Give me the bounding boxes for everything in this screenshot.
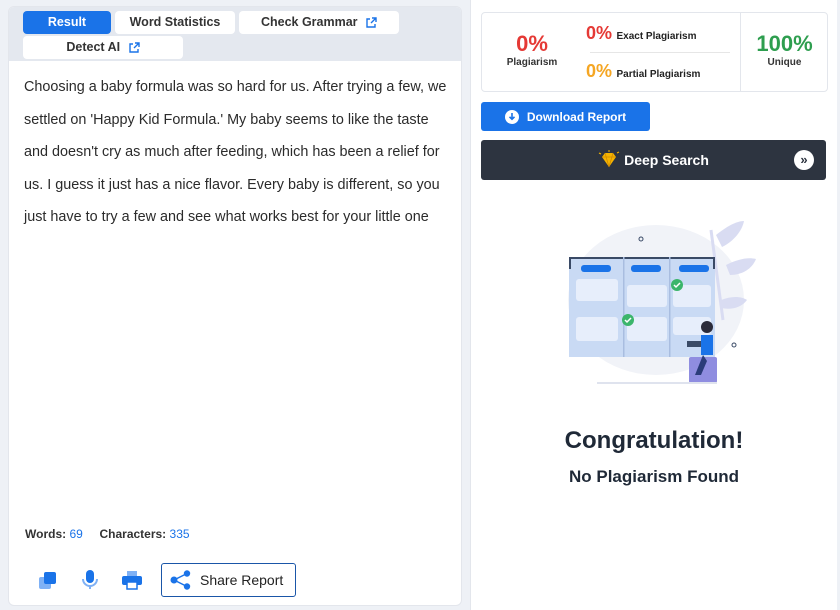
copy-button[interactable] (33, 565, 63, 595)
counts-row: Words: 69 Characters: 335 (25, 527, 190, 541)
congratulation-title: Congratulation! (564, 427, 744, 454)
external-link-icon (128, 42, 140, 53)
microphone-icon (82, 570, 98, 589)
copy-icon (39, 572, 56, 589)
partial-plagiarism-label: Partial Plagiarism (616, 69, 701, 80)
result-panel: 0% Plagiarism 0% Exact Plagiarism 0% Par… (470, 0, 837, 610)
characters-value: 335 (169, 527, 190, 541)
tab-word-statistics[interactable]: Word Statistics (115, 11, 235, 34)
plagiarism-value: 0% (516, 31, 548, 56)
no-plagiarism-subtitle: No Plagiarism Found (568, 467, 740, 486)
tab-detect-ai[interactable]: Detect AI (23, 36, 183, 59)
tab-bar: Result Word Statistics Check Grammar Det… (9, 7, 461, 61)
share-icon (170, 570, 191, 590)
tab-result-label: Result (47, 15, 87, 29)
deep-search-button[interactable]: Deep Search » (481, 140, 826, 180)
plagiarism-label: Plagiarism (506, 57, 558, 68)
words-value: 69 (69, 527, 83, 541)
words-label: Words: (25, 527, 67, 541)
content-text[interactable]: Choosing a baby formula was so hard for … (9, 61, 461, 234)
tab-check-grammar-label: Check Grammar (260, 15, 358, 29)
unique-value: 100% (756, 31, 813, 56)
print-button[interactable] (117, 565, 147, 595)
input-panel: Result Word Statistics Check Grammar Det… (8, 6, 462, 606)
external-link-icon (366, 17, 377, 28)
tab-check-grammar[interactable]: Check Grammar (239, 11, 399, 34)
partial-plagiarism-value: 0% (586, 61, 613, 81)
deep-search-label: Deep Search (624, 152, 709, 168)
download-report-label: Download Report (526, 109, 627, 124)
share-report-label: Share Report (200, 572, 284, 588)
tab-word-statistics-label: Word Statistics (129, 15, 221, 29)
stats-divider (590, 52, 730, 53)
characters-label: Characters: (99, 527, 167, 541)
share-report-button[interactable]: Share Report (161, 563, 297, 597)
microphone-button[interactable] (75, 565, 105, 595)
plagiarism-stat: 0% Plagiarism (482, 31, 582, 68)
unique-stat: 100% Unique (742, 31, 827, 68)
exact-plagiarism-value: 0% (586, 23, 613, 43)
stats-vertical-divider (740, 13, 741, 91)
bottom-toolbar: Share Report (33, 563, 297, 597)
diamond-icon (598, 150, 620, 168)
stats-card: 0% Plagiarism 0% Exact Plagiarism 0% Par… (481, 12, 828, 92)
download-report-button[interactable]: Download Report (481, 102, 650, 131)
tab-detect-ai-label: Detect AI (66, 40, 121, 54)
partial-plagiarism-stat: 0% Partial Plagiarism (586, 61, 700, 82)
exact-plagiarism-stat: 0% Exact Plagiarism (586, 23, 697, 44)
download-icon (504, 109, 519, 124)
tab-result[interactable]: Result (23, 11, 111, 34)
unique-label: Unique (767, 57, 802, 68)
exact-plagiarism-label: Exact Plagiarism (616, 31, 697, 42)
double-chevron-right-icon: » (794, 150, 814, 170)
printer-icon (122, 571, 142, 590)
no-plagiarism-illustration (568, 221, 756, 384)
